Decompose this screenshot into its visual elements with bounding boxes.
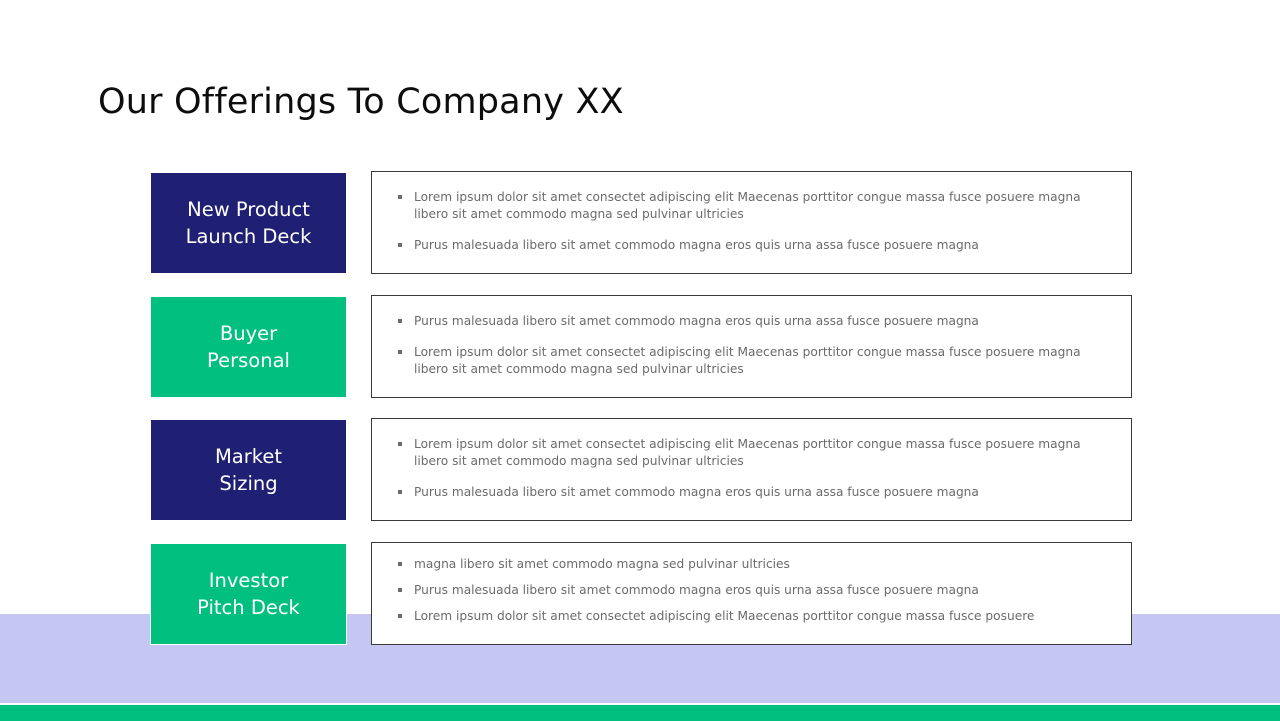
offering-description-box: Lorem ipsum dolor sit amet consectet adi… <box>371 418 1132 521</box>
bullet-item: Purus malesuada libero sit amet commodo … <box>398 237 1158 254</box>
bullet-item: Purus malesuada libero sit amet commodo … <box>398 313 1158 330</box>
offering-row-buyer-personal: Buyer Personal Purus malesuada libero si… <box>150 295 1132 398</box>
square-bullet-icon <box>398 562 402 566</box>
bullet-list: Lorem ipsum dolor sit amet consectet adi… <box>398 436 1158 515</box>
offering-label: Buyer Personal <box>207 322 290 372</box>
offering-label: New Product Launch Deck <box>185 198 312 248</box>
footer-bar <box>0 704 1280 721</box>
offering-row-market-sizing: Market Sizing Lorem ipsum dolor sit amet… <box>150 418 1132 521</box>
square-bullet-icon <box>398 319 402 323</box>
offering-label: Investor Pitch Deck <box>197 569 300 619</box>
offering-label-box: Buyer Personal <box>150 296 347 398</box>
offering-row-investor-pitch-deck: Investor Pitch Deck magna libero sit ame… <box>150 542 1132 645</box>
square-bullet-icon <box>398 588 402 592</box>
bullet-item: Lorem ipsum dolor sit amet consectet adi… <box>398 344 1158 378</box>
bullet-list: magna libero sit amet commodo magna sed … <box>398 556 1158 634</box>
bullet-item: Purus malesuada libero sit amet commodo … <box>398 484 1158 501</box>
offering-description-box: magna libero sit amet commodo magna sed … <box>371 542 1132 645</box>
bullet-list: Lorem ipsum dolor sit amet consectet adi… <box>398 189 1158 268</box>
square-bullet-icon <box>398 490 402 494</box>
offering-label-box: New Product Launch Deck <box>150 172 347 274</box>
offering-label-box: Market Sizing <box>150 419 347 521</box>
bullet-item: magna libero sit amet commodo magna sed … <box>398 556 1158 573</box>
page-title: Our Offerings To Company XX <box>98 82 624 122</box>
offering-label: Market Sizing <box>214 445 283 495</box>
bullet-list: Purus malesuada libero sit amet commodo … <box>398 313 1158 392</box>
offering-row-new-product-launch-deck: New Product Launch Deck Lorem ipsum dolo… <box>150 171 1132 274</box>
bullet-item: Lorem ipsum dolor sit amet consectet adi… <box>398 436 1158 470</box>
square-bullet-icon <box>398 195 402 199</box>
offering-label-box: Investor Pitch Deck <box>150 543 347 645</box>
square-bullet-icon <box>398 442 402 446</box>
square-bullet-icon <box>398 350 402 354</box>
offering-description-box: Lorem ipsum dolor sit amet consectet adi… <box>371 171 1132 274</box>
square-bullet-icon <box>398 243 402 247</box>
bullet-item: Purus malesuada libero sit amet commodo … <box>398 582 1158 599</box>
bullet-item: Lorem ipsum dolor sit amet consectet adi… <box>398 189 1158 223</box>
bullet-item: Lorem ipsum dolor sit amet consectet adi… <box>398 608 1158 625</box>
offering-description-box: Purus malesuada libero sit amet commodo … <box>371 295 1132 398</box>
square-bullet-icon <box>398 614 402 618</box>
